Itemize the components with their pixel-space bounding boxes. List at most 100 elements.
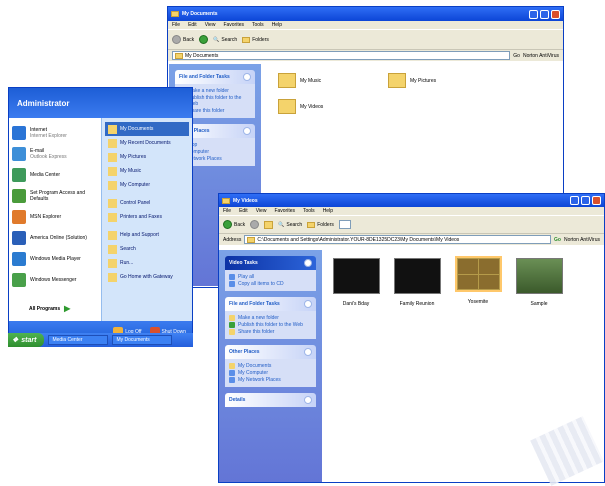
- other-places-panel: Other Places My Documents My Computer My…: [225, 345, 316, 387]
- panel-header[interactable]: File and Folder Tasks: [225, 297, 316, 311]
- pinned-program-item[interactable]: MSN Explorer: [12, 206, 98, 227]
- place-icon: [108, 230, 117, 240]
- up-folder-icon[interactable]: [264, 220, 274, 229]
- maximize-button[interactable]: [581, 196, 590, 205]
- start-menu-place-item[interactable]: Help and Support: [105, 228, 189, 242]
- search-button[interactable]: 🔍 Search: [213, 37, 237, 43]
- video-thumbnail[interactable]: Dani's Bday: [331, 258, 381, 307]
- video-thumbnail[interactable]: Family Reunion: [392, 258, 442, 307]
- start-menu-place-item[interactable]: My Pictures: [105, 150, 189, 164]
- go-button[interactable]: Go: [554, 237, 561, 243]
- new-folder-link[interactable]: Make a new folder: [229, 315, 312, 321]
- publish-link[interactable]: Publish this folder to the Web: [229, 322, 312, 328]
- back-button[interactable]: Back: [223, 220, 245, 229]
- chevron-up-icon[interactable]: [243, 73, 251, 81]
- chevron-up-icon[interactable]: [243, 127, 251, 135]
- folders-button[interactable]: Folders: [242, 36, 269, 43]
- chevron-up-icon[interactable]: [304, 348, 312, 356]
- address-bar: My Documents Go Norton AntiVirus: [168, 49, 563, 61]
- place-label: My Recent Documents: [120, 140, 171, 146]
- start-menu-place-item[interactable]: Run...: [105, 256, 189, 270]
- views-button[interactable]: [338, 220, 351, 229]
- folder-item[interactable]: My Videos: [278, 99, 323, 114]
- program-label: Windows Messenger: [30, 276, 77, 283]
- start-menu-place-item[interactable]: Control Panel: [105, 196, 189, 210]
- close-button[interactable]: [592, 196, 601, 205]
- menu-favorites[interactable]: Favorites: [223, 22, 244, 28]
- start-menu-place-item[interactable]: Go Home with Gateway: [105, 270, 189, 284]
- menu-file[interactable]: File: [172, 22, 180, 28]
- title-bar[interactable]: My Documents: [168, 7, 563, 21]
- start-menu-place-item[interactable]: My Computer: [105, 178, 189, 192]
- chevron-up-icon[interactable]: [304, 300, 312, 308]
- close-button[interactable]: [551, 9, 560, 19]
- folder-item[interactable]: My Music: [278, 73, 321, 88]
- place-icon: [108, 166, 117, 176]
- links-label[interactable]: Norton AntiVirus: [523, 53, 559, 59]
- start-menu-place-item[interactable]: My Recent Documents: [105, 136, 189, 150]
- title-bar[interactable]: My Videos: [219, 194, 604, 207]
- pinned-program-item[interactable]: Windows Messenger: [12, 269, 98, 290]
- minimize-button[interactable]: [529, 9, 538, 19]
- address-input[interactable]: C:\Documents and Settings\Administrator.…: [244, 235, 551, 244]
- start-menu-place-item[interactable]: Printers and Faxes: [105, 210, 189, 224]
- pinned-program-item[interactable]: Media Center: [12, 164, 98, 185]
- panel-header[interactable]: File and Folder Tasks: [175, 70, 255, 84]
- go-button[interactable]: Go: [513, 53, 520, 59]
- network-places-link[interactable]: My Network Places: [229, 377, 312, 383]
- panel-header[interactable]: Other Places: [225, 345, 316, 359]
- place-label: Run...: [120, 260, 134, 266]
- start-menu-header: Administrator: [9, 88, 192, 118]
- menu-view[interactable]: View: [256, 208, 267, 214]
- video-thumbnail-selected[interactable]: Yosemite: [453, 256, 503, 305]
- forward-button[interactable]: [250, 220, 260, 229]
- menu-edit[interactable]: Edit: [239, 208, 248, 214]
- copy-to-cd-link[interactable]: Copy all items to CD: [229, 281, 312, 287]
- menu-help[interactable]: Help: [272, 22, 282, 28]
- start-button[interactable]: ❖ start: [8, 333, 45, 347]
- my-documents-link[interactable]: My Documents: [229, 363, 312, 369]
- menu-favorites[interactable]: Favorites: [274, 208, 295, 214]
- chevron-up-icon[interactable]: [304, 259, 312, 267]
- maximize-button[interactable]: [540, 9, 549, 19]
- minimize-button[interactable]: [570, 196, 579, 205]
- folder-item[interactable]: My Pictures: [388, 73, 436, 88]
- pinned-program-item[interactable]: America Online (Solution): [12, 227, 98, 248]
- start-menu-place-item[interactable]: Search: [105, 242, 189, 256]
- back-button[interactable]: Back: [172, 35, 194, 44]
- pinned-program-item[interactable]: Windows Media Player: [12, 248, 98, 269]
- arrow-right-icon: ▶: [64, 304, 71, 313]
- start-menu-place-item[interactable]: My Documents: [105, 122, 189, 136]
- taskbar-item-media-center[interactable]: Media Center: [48, 335, 109, 345]
- pinned-program-item[interactable]: Set Program Access and Defaults: [12, 185, 98, 206]
- links-label[interactable]: Norton AntiVirus: [564, 237, 600, 243]
- menu-edit[interactable]: Edit: [188, 22, 197, 28]
- share-icon: [229, 329, 235, 335]
- pinned-program-item[interactable]: Internet Internet Explorer: [12, 122, 98, 143]
- taskbar-item-my-documents[interactable]: My Documents: [112, 335, 173, 345]
- folders-button[interactable]: Folders: [307, 221, 334, 228]
- menu-view[interactable]: View: [205, 22, 216, 28]
- search-button[interactable]: 🔍 Search: [278, 222, 302, 228]
- start-menu-place-item[interactable]: My Music: [105, 164, 189, 178]
- video-preview: [332, 258, 380, 294]
- place-label: Control Panel: [120, 200, 151, 206]
- panel-header[interactable]: Video Tasks: [225, 256, 316, 270]
- menu-tools[interactable]: Tools: [252, 22, 264, 28]
- menu-tools[interactable]: Tools: [303, 208, 315, 214]
- play-all-link[interactable]: Play all: [229, 274, 312, 280]
- video-thumbnail[interactable]: Sample: [514, 258, 564, 307]
- all-programs-button[interactable]: All Programs ▶: [29, 304, 70, 313]
- menu-help[interactable]: Help: [323, 208, 333, 214]
- forward-button[interactable]: [199, 35, 209, 44]
- menu-file[interactable]: File: [223, 208, 231, 214]
- my-computer-link[interactable]: My Computer: [229, 370, 312, 376]
- pinned-program-item[interactable]: E-mail Outlook Express: [12, 143, 98, 164]
- windows-logo-icon: ❖: [12, 337, 19, 344]
- program-icon: [12, 188, 26, 203]
- chevron-down-icon[interactable]: [304, 396, 312, 404]
- address-input[interactable]: My Documents: [172, 51, 511, 60]
- share-link[interactable]: Share this folder: [229, 329, 312, 335]
- music-folder-icon: [278, 73, 296, 88]
- panel-header[interactable]: Details: [225, 393, 316, 407]
